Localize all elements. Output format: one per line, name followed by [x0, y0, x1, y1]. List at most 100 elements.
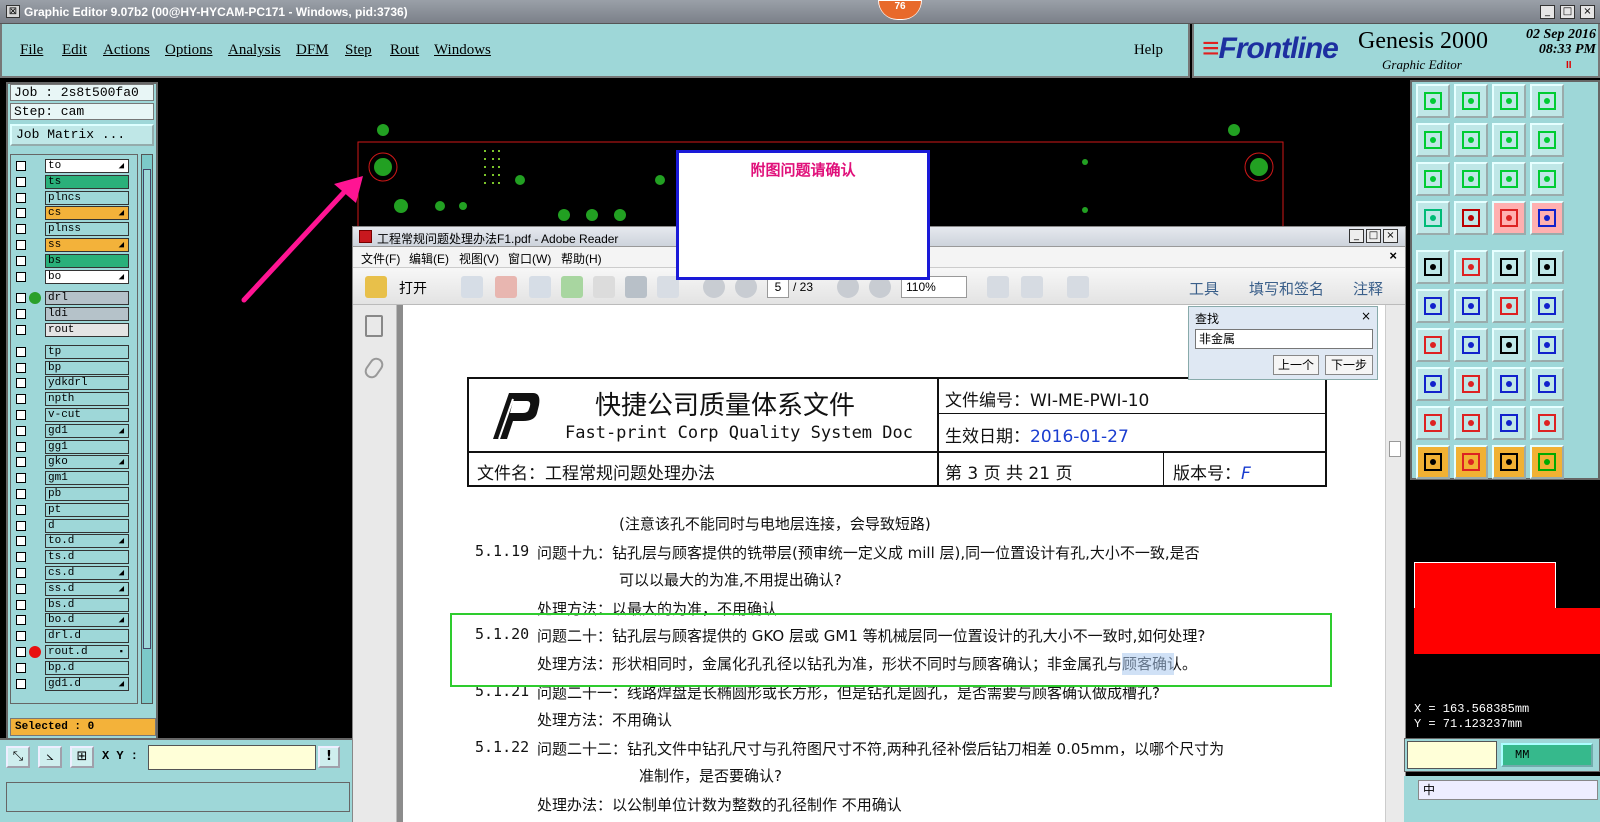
layer-menu-icon[interactable]: ◢ — [119, 614, 124, 626]
layer-name[interactable]: gd1.d ◢ — [45, 676, 129, 691]
select-icon[interactable] — [1416, 367, 1450, 401]
layer-checkbox[interactable] — [16, 552, 26, 563]
tri-icon[interactable] — [1416, 406, 1450, 440]
connect-icon[interactable] — [1416, 289, 1450, 323]
snap-icon[interactable]: ⤡ — [6, 746, 30, 768]
layer-name[interactable]: bp — [45, 360, 129, 375]
menu-help[interactable]: Help — [1134, 42, 1163, 59]
layer-name[interactable]: v-cut — [45, 408, 129, 422]
layer-name[interactable]: ss ◢ — [45, 238, 129, 252]
create-pdf-icon[interactable] — [461, 276, 483, 298]
comment-tab[interactable]: 注释 — [1353, 278, 1383, 299]
layer-checkbox[interactable] — [16, 520, 26, 531]
layer-checkbox[interactable] — [16, 362, 26, 373]
layer-menu-icon[interactable]: ◢ — [119, 239, 124, 251]
layer-menu-icon[interactable]: ◢ — [119, 207, 124, 219]
layer-checkbox[interactable] — [16, 309, 26, 320]
layer-checkbox[interactable] — [16, 346, 26, 357]
menu-actions[interactable]: Actions — [103, 42, 150, 59]
layer-name[interactable]: ldi — [45, 307, 129, 322]
layer-row[interactable]: to ◢ — [13, 159, 135, 173]
edit-icon[interactable] — [529, 276, 551, 298]
find-close-icon[interactable]: × — [1361, 309, 1371, 323]
route-icon[interactable] — [1530, 201, 1564, 235]
layer-name[interactable]: rout — [45, 323, 129, 337]
minimize-button[interactable]: _ — [1540, 5, 1555, 19]
layer-name[interactable]: gg1 — [45, 439, 129, 454]
layer-row[interactable]: v-cut — [13, 408, 135, 422]
layer-checkbox[interactable] — [16, 161, 26, 171]
layer-menu-icon[interactable]: ◢ — [119, 271, 124, 283]
cross-icon[interactable] — [1454, 289, 1488, 323]
cursor-icon[interactable] — [1416, 445, 1450, 479]
layer-checkbox[interactable] — [16, 647, 26, 657]
layer-name[interactable]: tp — [45, 344, 129, 359]
dot-icon[interactable] — [1530, 250, 1564, 284]
layer-name[interactable]: bs.d — [45, 597, 129, 612]
center-icon[interactable] — [1454, 162, 1488, 196]
swap-icon[interactable] — [1492, 123, 1526, 157]
reader-menu-file[interactable]: 文件(F) — [361, 250, 400, 267]
layer-row[interactable]: ss ◢ — [13, 238, 135, 252]
reader-scrollbar[interactable] — [1385, 305, 1405, 822]
scroll-thumb[interactable] — [143, 169, 151, 649]
save-icon[interactable] — [593, 276, 615, 298]
rout-icon[interactable] — [1492, 201, 1526, 235]
layer-checkbox[interactable] — [16, 599, 26, 610]
layer-menu-icon[interactable]: ◢ — [119, 678, 124, 690]
point-icon[interactable] — [1492, 289, 1526, 323]
measure-icon[interactable]: ⦣ — [38, 746, 62, 768]
layer-row[interactable]: drl.d — [13, 629, 135, 644]
layer-checkbox[interactable] — [16, 394, 26, 405]
layer-row[interactable]: pb — [13, 487, 135, 501]
layer-row[interactable]: cs.d ◢ — [13, 566, 135, 580]
layer-menu-icon[interactable]: ▪ — [119, 646, 124, 658]
layer-row[interactable]: gg1 — [13, 439, 135, 454]
layer-checkbox[interactable] — [16, 536, 26, 547]
layer-row[interactable]: ldi — [13, 307, 135, 322]
line-icon[interactable] — [1416, 328, 1450, 362]
layer-name[interactable]: gd1 ◢ — [45, 423, 129, 438]
close-button[interactable]: × — [1580, 5, 1595, 19]
layer-name[interactable]: cs ◢ — [45, 206, 129, 221]
flip-icon[interactable] — [1530, 123, 1564, 157]
layer-checkbox[interactable] — [16, 441, 26, 452]
layer-row[interactable]: pt — [13, 502, 135, 517]
menu-step[interactable]: Step — [345, 42, 372, 59]
layer-menu-icon[interactable]: ◢ — [119, 160, 124, 172]
unit-button[interactable]: MM — [1501, 743, 1593, 767]
doc-close-icon[interactable]: × — [1389, 248, 1397, 263]
open-folder-icon[interactable] — [365, 276, 387, 298]
layer-checkbox[interactable] — [16, 568, 26, 578]
layer-row[interactable]: ss.d ◢ — [13, 581, 135, 596]
menu-analysis[interactable]: Analysis — [228, 42, 281, 59]
layer-name[interactable]: to.d ◢ — [45, 534, 129, 549]
frame-icon[interactable] — [1530, 328, 1564, 362]
reader-menu-view[interactable]: 视图(V) — [459, 250, 499, 267]
layer-row[interactable]: npth — [13, 392, 135, 407]
layer-checkbox[interactable] — [16, 583, 26, 594]
reader-maximize-button[interactable]: □ — [1366, 229, 1381, 243]
ruler-icon[interactable] — [1492, 250, 1526, 284]
layer-checkbox[interactable] — [16, 293, 26, 304]
fullscreen-icon[interactable] — [1067, 276, 1089, 298]
layer-name[interactable]: pt — [45, 502, 129, 517]
help-icon[interactable] — [1530, 162, 1564, 196]
right-icon[interactable] — [1454, 123, 1488, 157]
job-matrix-button[interactable]: Job Matrix ... — [10, 124, 154, 146]
box-icon[interactable] — [1492, 367, 1526, 401]
layer-row[interactable]: gko ◢ — [13, 455, 135, 470]
tri3-icon[interactable] — [1530, 406, 1564, 440]
cursor2-icon[interactable] — [1454, 445, 1488, 479]
reader-scroll-thumb[interactable] — [1389, 441, 1401, 457]
layer-menu-icon[interactable]: ◢ — [119, 425, 124, 437]
reader-menu-help[interactable]: 帮助(H) — [561, 250, 602, 267]
layer-name[interactable]: plncs — [45, 190, 129, 205]
drill-icon[interactable] — [1454, 201, 1488, 235]
layer-checkbox[interactable] — [16, 224, 26, 235]
fit-icon[interactable] — [1416, 162, 1450, 196]
layer-checkbox[interactable] — [16, 255, 26, 266]
find-input[interactable]: 非金属 — [1195, 329, 1373, 349]
layer-checkbox[interactable] — [16, 192, 26, 203]
home-icon[interactable] — [1492, 84, 1526, 118]
